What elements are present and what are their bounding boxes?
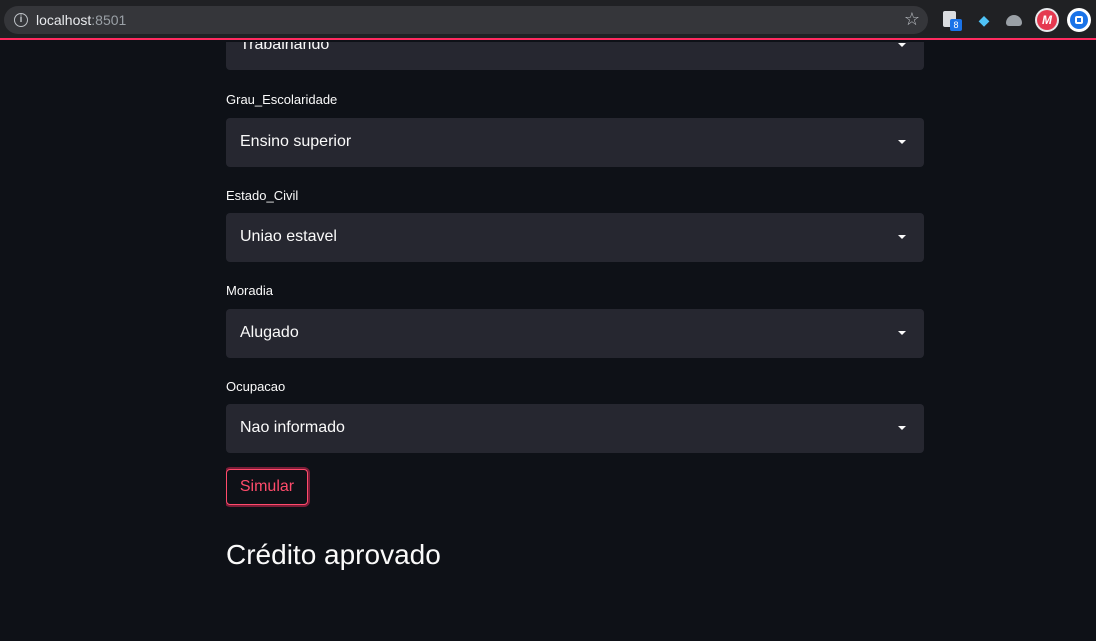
select-employment-status[interactable]: Trabalhando [226,42,924,70]
field-label-grau-escolaridade: Grau_Escolaridade [226,92,338,107]
browser-toolbar: i localhost:8501 ☆ 8 ◆ M [0,0,1096,40]
m-extension-icon[interactable]: M [1035,8,1059,32]
select-value: Uniao estavel [240,228,337,245]
select-value: Ensino superior [240,133,352,150]
cloud-shape [1006,15,1022,26]
result-heading: Crédito aprovado [226,539,441,570]
field-label-moradia: Moradia [226,283,273,298]
camera-extension-glyph [1070,11,1088,29]
gem-extension-icon[interactable]: ◆ [974,10,994,30]
url-host: localhost [36,12,92,28]
select-estado-civil[interactable]: Uniao estavel [226,213,924,262]
chevron-down-icon [898,331,906,335]
select-moradia[interactable]: Alugado [226,309,924,358]
url-text[interactable]: localhost:8501 [36,12,126,28]
chevron-down-icon [898,426,906,430]
extension-badge: 8 [950,19,962,31]
app-main: Trabalhando Grau_Escolaridade Ensino sup… [226,42,924,641]
info-icon[interactable]: i [14,13,28,27]
address-bar[interactable]: i localhost:8501 ☆ [4,6,928,34]
select-value: Trabalhando [240,42,330,53]
url-port: :8501 [91,12,127,28]
simular-button[interactable]: Simular [226,469,308,505]
field-label-estado-civil: Estado_Civil [226,188,299,203]
field-label-ocupacao: Ocupacao [226,379,286,394]
star-icon[interactable]: ☆ [904,9,920,29]
select-value: Nao informado [240,419,345,436]
select-ocupacao[interactable]: Nao informado [226,404,924,453]
chevron-down-icon [898,43,906,47]
camera-extension-icon[interactable] [1067,8,1091,32]
select-value: Alugado [240,324,299,341]
cloud-extension-icon[interactable] [1005,10,1025,30]
chevron-down-icon [898,235,906,239]
chevron-down-icon [898,140,906,144]
select-grau-escolaridade[interactable]: Ensino superior [226,118,924,167]
m-extension-glyph: M [1037,10,1057,30]
document-extension-icon[interactable]: 8 [941,10,962,31]
